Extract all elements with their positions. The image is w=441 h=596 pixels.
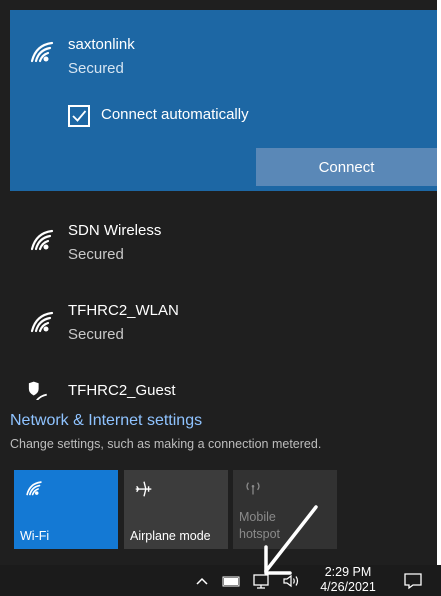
network-settings-description: Change settings, such as making a connec… <box>10 437 322 451</box>
shield-wifi-icon <box>24 380 50 400</box>
airplane-mode-tile[interactable]: Airplane mode <box>124 470 228 549</box>
battery-icon[interactable] <box>221 571 241 591</box>
wifi-toggle-tile[interactable]: Wi-Fi <box>14 470 118 549</box>
connect-automatically-checkbox[interactable] <box>68 105 90 127</box>
network-item[interactable]: TFHRC2_WLAN Secured <box>10 292 437 362</box>
network-flyout: saxtonlink Secured Connect automatically… <box>0 0 441 565</box>
wifi-tile-label: Wi-Fi <box>20 529 50 543</box>
network-name: saxtonlink <box>68 36 135 53</box>
network-item[interactable]: TFHRC2_Guest <box>10 374 437 400</box>
network-item-selected[interactable]: saxtonlink Secured Connect automatically… <box>10 10 437 191</box>
taskbar-clock[interactable]: 2:29 PM 4/26/2021 <box>314 565 382 595</box>
mobile-hotspot-tile[interactable]: Mobile hotspot <box>233 470 337 549</box>
notification-icon[interactable] <box>402 571 424 591</box>
wifi-signal-icon <box>26 225 58 257</box>
network-name: SDN Wireless <box>68 222 162 239</box>
checkmark-icon <box>72 110 87 122</box>
wifi-signal-icon <box>26 307 58 339</box>
clock-date: 4/26/2021 <box>320 580 376 594</box>
wifi-signal-icon <box>26 37 58 69</box>
wifi-icon <box>23 478 45 500</box>
airplane-tile-label: Airplane mode <box>130 529 211 543</box>
network-name: TFHRC2_WLAN <box>68 302 179 319</box>
chevron-up-icon[interactable] <box>194 571 210 591</box>
taskbar: 2:29 PM 4/26/2021 <box>0 565 441 596</box>
network-status: Secured <box>68 246 124 263</box>
network-status: Secured <box>68 326 124 343</box>
connect-button[interactable]: Connect <box>256 148 437 186</box>
clock-time: 2:29 PM <box>324 565 372 579</box>
network-item[interactable]: SDN Wireless Secured <box>10 210 437 280</box>
network-icon[interactable] <box>251 571 271 591</box>
network-settings-link[interactable]: Network & Internet settings <box>10 412 202 430</box>
hotspot-tile-label: Mobile hotspot <box>239 510 281 541</box>
volume-icon[interactable] <box>281 571 301 591</box>
airplane-icon <box>133 478 155 500</box>
network-name: TFHRC2_Guest <box>68 382 176 399</box>
hotspot-icon <box>242 478 264 500</box>
network-panel: saxtonlink Secured Connect automatically… <box>0 0 437 565</box>
network-status: Secured <box>68 60 124 77</box>
connect-automatically-label: Connect automatically <box>101 106 249 123</box>
